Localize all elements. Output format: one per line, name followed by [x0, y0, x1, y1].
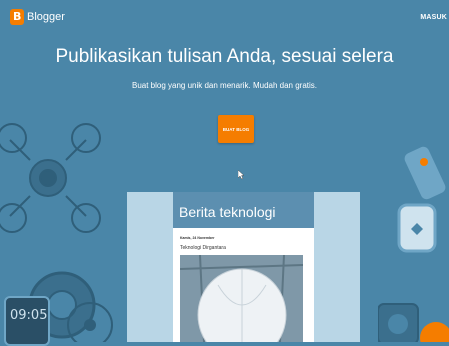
card-side-pattern-right — [314, 192, 360, 342]
blogger-logo[interactable]: Blogger — [10, 9, 65, 25]
smartwatch-illustration: 09:05 — [4, 296, 50, 346]
drone-illustration — [0, 123, 101, 233]
remote-illustration — [404, 146, 446, 200]
post-title[interactable]: Teknologi Dirgantara — [180, 245, 226, 251]
speaker-illustration — [378, 303, 449, 342]
top-bar: Blogger MASUK — [0, 0, 449, 34]
circuit-illustration — [67, 302, 113, 342]
signin-link[interactable]: MASUK — [420, 14, 447, 21]
create-blog-button[interactable]: BUAT BLOG — [218, 115, 254, 143]
mouse-cursor-icon — [238, 170, 245, 180]
logo-text: Blogger — [27, 11, 65, 23]
post-image — [180, 255, 303, 342]
hero-subtitle: Buat blog yang unik dan menarik. Mudah d… — [131, 81, 317, 90]
blog-title: Berita teknologi — [179, 204, 276, 220]
hero-title: Publikasikan tulisan Anda, sesuai selera — [55, 46, 394, 67]
blog-preview-card: Berita teknologi Kamis, 24 November Tekn… — [127, 192, 360, 342]
post-date: Kamis, 24 November — [180, 236, 215, 240]
watch-time: 09:05 — [10, 308, 48, 323]
blogger-logo-icon — [10, 9, 24, 25]
fitness-band-illustration — [397, 203, 437, 253]
card-side-pattern-left — [127, 192, 173, 342]
